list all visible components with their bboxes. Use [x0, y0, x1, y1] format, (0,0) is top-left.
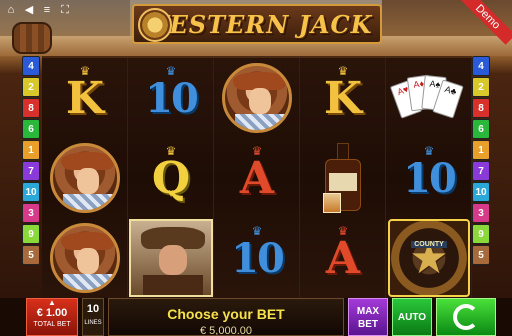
symbol-cards: A♥ A♦ A♠ A♣ — [386, 58, 472, 138]
symbol-10: ♛ 10 — [145, 64, 199, 122]
crown-icon: ♛ — [251, 224, 263, 238]
symbol-q: ♛ Q ♥ — [151, 144, 191, 204]
symbol-k: ♛ K — [323, 64, 363, 124]
payline-indicator: 6 — [472, 119, 490, 139]
menu-icon[interactable]: ≡ — [40, 3, 54, 17]
game-logo: WESTERN JACK — [132, 4, 382, 44]
message-panel: Choose your BET € 5,000.00 — [108, 298, 344, 336]
crown-icon: ♛ — [337, 64, 349, 78]
top-toolbar: ⌂ ◀ ≡ ⛶ — [4, 3, 72, 21]
crown-icon: ♛ — [251, 144, 263, 158]
sheriff-portrait — [129, 219, 213, 297]
reel-4: ♛ K ♛ A — [300, 58, 386, 298]
payline-indicator: 10 — [22, 182, 40, 202]
lines-label: LINES — [84, 320, 102, 326]
crown-icon: ♛ — [165, 64, 177, 78]
payline-indicator: 3 — [472, 203, 490, 223]
spin-button[interactable] — [436, 298, 496, 336]
whiskey-bottle-icon — [323, 143, 363, 213]
symbol-cowgirl — [42, 218, 128, 298]
payline-indicator: 3 — [22, 203, 40, 223]
fullscreen-icon[interactable]: ⛶ — [58, 3, 72, 17]
payline-indicator: 4 — [22, 56, 40, 76]
cowgirl-portrait — [222, 63, 292, 133]
sheriff-star-icon — [138, 8, 172, 42]
lines-value: 10 — [86, 303, 100, 315]
bet-label: TOTAL BET — [33, 321, 71, 328]
payline-indicator: 4 — [472, 56, 490, 76]
payline-indicator: 5 — [472, 245, 490, 265]
payline-indicator: 2 — [472, 77, 490, 97]
balance-value: € 5,000.00 — [200, 325, 252, 336]
playing-cards-icon: A♥ A♦ A♠ A♣ — [389, 68, 467, 128]
county-badge-icon: ★ COUNTY — [388, 219, 470, 297]
reel-grid: ♛ K ♛ 10 ♛ Q ♥ ♛ A ♛ 10 ♛ K ♛ A A♥ A♦ A♠… — [42, 56, 472, 298]
payline-indicator: 7 — [22, 161, 40, 181]
payline-indicator: 1 — [22, 140, 40, 160]
payline-indicator: 9 — [22, 224, 40, 244]
home-icon[interactable]: ⌂ — [4, 3, 18, 17]
symbol-10: ♛ 10 — [403, 144, 457, 202]
heart-icon: ♥ — [167, 186, 175, 200]
barrel-decoration — [12, 22, 52, 54]
payline-indicator: 10 — [472, 182, 490, 202]
payline-indicator: 2 — [22, 77, 40, 97]
symbol-whiskey — [300, 138, 386, 218]
symbol-badge: ★ COUNTY — [386, 218, 472, 298]
bet-up-icon[interactable]: ▲ — [27, 299, 77, 307]
payline-indicator: 8 — [472, 98, 490, 118]
symbol-a: ♛ A — [325, 224, 361, 284]
payline-indicators-right: 4 2 8 6 1 7 10 3 9 5 — [472, 56, 492, 296]
bet-value: € 1.00 — [36, 307, 68, 319]
symbol-a: ♛ A — [239, 144, 275, 204]
crown-icon: ♛ — [423, 144, 435, 158]
max-bet-button[interactable]: MAX BET — [348, 298, 388, 336]
payline-indicator: 9 — [472, 224, 490, 244]
total-bet-button[interactable]: ▲ € 1.00 TOTAL BET — [26, 298, 78, 336]
spin-icon — [453, 304, 479, 330]
crown-icon: ♛ — [337, 224, 349, 238]
reel-1: ♛ K — [42, 58, 128, 298]
auto-button[interactable]: AUTO — [392, 298, 432, 336]
status-message: Choose your BET — [167, 306, 285, 322]
payline-indicator: 7 — [472, 161, 490, 181]
cowgirl-portrait — [50, 143, 120, 213]
symbol-k: ♛ K — [65, 64, 105, 124]
crown-icon: ♛ — [79, 64, 91, 78]
game-title: WESTERN JACK — [141, 9, 373, 39]
symbol-cowgirl — [214, 58, 300, 138]
payline-indicator: 8 — [22, 98, 40, 118]
reel-2: ♛ 10 ♛ Q ♥ — [128, 58, 214, 298]
reel-5: A♥ A♦ A♠ A♣ ♛ 10 ★ COUNTY — [386, 58, 472, 298]
reel-3: ♛ A ♛ 10 — [214, 58, 300, 298]
payline-indicator: 1 — [472, 140, 490, 160]
speaker-icon[interactable]: ◀ — [22, 3, 36, 17]
payline-indicators-left: 4 2 8 6 1 7 10 3 9 5 — [22, 56, 42, 296]
symbol-sheriff — [128, 218, 214, 298]
payline-indicator: 6 — [22, 119, 40, 139]
cowgirl-portrait — [50, 223, 120, 293]
lines-display: 10 LINES — [82, 298, 104, 336]
symbol-10: ♛ 10 — [231, 224, 285, 282]
symbol-cowgirl — [42, 138, 128, 218]
payline-indicator: 5 — [22, 245, 40, 265]
crown-icon: ♛ — [165, 144, 177, 158]
